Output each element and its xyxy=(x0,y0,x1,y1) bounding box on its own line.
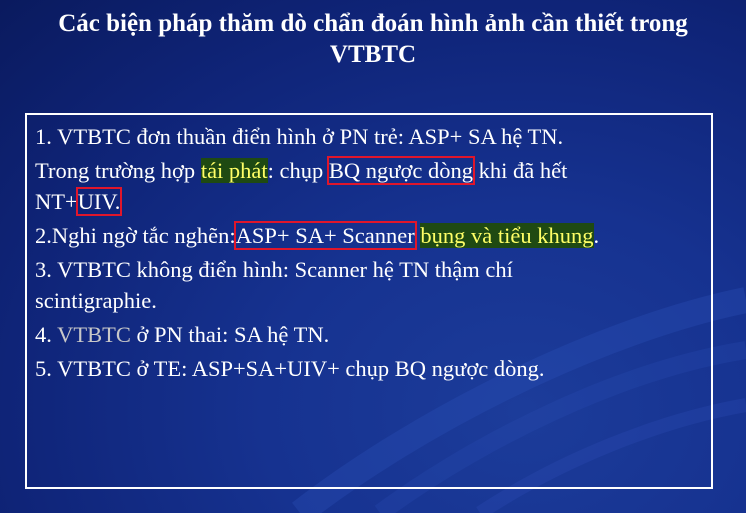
title-line-2: VTBTC xyxy=(329,41,417,68)
item-1b-prefix: Trong trường hợp xyxy=(35,158,201,183)
boxed-asp-sa-scanner: ASP+ SA+ Scanner xyxy=(233,221,417,250)
item-2: 2.Nghi ngờ tắc nghẽn:ASP+ SA+ Scanner bụ… xyxy=(35,220,711,251)
boxed-uiv: UIV. xyxy=(75,187,123,216)
item-4: 4. VTBTC ở PN thai: SA hệ TN. xyxy=(35,319,711,350)
title-line-1: Các biện pháp thăm dò chẩn đoán hình ảnh… xyxy=(58,10,688,37)
item-3: 3. VTBTC không điển hình: Scanner hệ TN … xyxy=(35,257,513,282)
item-1b-suffix: khi đã hết xyxy=(473,158,568,183)
highlight-recurrence: tái phát xyxy=(200,158,268,183)
highlight-abdomen-pelvis: bụng và tiểu khung xyxy=(420,223,594,248)
slide-title: Các biện pháp thăm dò chẩn đoán hình ảnh… xyxy=(0,8,746,70)
content-box: 1. VTBTC đơn thuần điển hình ở PN trẻ: A… xyxy=(25,113,713,489)
item-3-continuation: scintigraphie. xyxy=(35,288,157,313)
item-4-suffix: ở PN thai: SA hệ TN. xyxy=(130,322,330,347)
item-1c-prefix: NT+ xyxy=(35,189,78,214)
item-4-vtbtc: VTBTC xyxy=(57,322,131,347)
item-5: 5. VTBTC ở TE: ASP+SA+UIV+ chụp BQ ngược… xyxy=(35,356,545,381)
item-1-recurrence: Trong trường hợp tái phát: chụp BQ ngược… xyxy=(35,155,711,186)
item-4-prefix: 4. xyxy=(35,322,58,347)
item-2-suffix: . xyxy=(593,223,600,248)
boxed-bq-retrograde: BQ ngược dòng xyxy=(326,156,476,185)
item-1b-mid: : chụp xyxy=(267,158,329,183)
item-1: 1. VTBTC đơn thuần điển hình ở PN trẻ: A… xyxy=(35,124,564,149)
item-2-prefix: 2.Nghi ngờ tắc nghẽn: xyxy=(35,223,236,248)
item-1-continuation: NT+UIV. xyxy=(35,186,711,217)
